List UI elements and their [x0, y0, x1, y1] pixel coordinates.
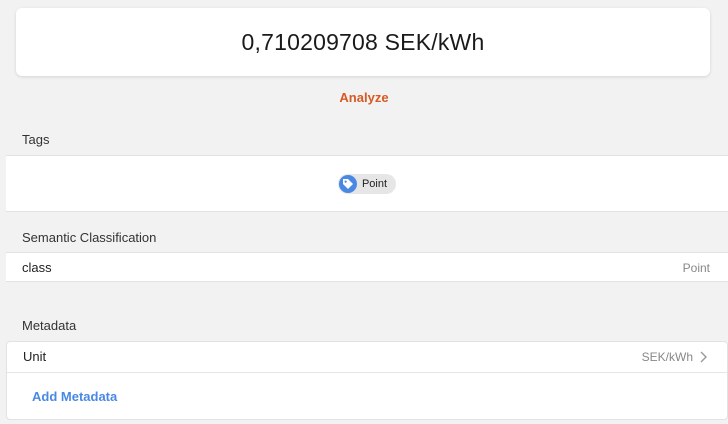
tag-chip-point[interactable]: Point	[337, 173, 397, 194]
metadata-card: Unit SEK/kWh Add Metadata	[6, 341, 728, 420]
metadata-row-key: Unit	[23, 349, 47, 364]
semantic-row-value: Point	[682, 261, 710, 275]
tags-panel: Point	[6, 155, 728, 212]
chevron-right-icon	[700, 351, 707, 363]
tag-icon	[338, 174, 357, 193]
tag-chip-label: Point	[361, 177, 388, 190]
semantic-section-title: Semantic Classification	[22, 230, 157, 245]
metadata-row-unit[interactable]: Unit SEK/kWh	[7, 342, 727, 373]
tags-section-title: Tags	[22, 132, 50, 147]
value-card: 0,710209708 SEK/kWh	[16, 8, 710, 76]
add-metadata-button[interactable]: Add Metadata	[32, 389, 117, 404]
metadata-row-value: SEK/kWh	[641, 350, 693, 364]
semantic-row-class: class Point	[6, 252, 728, 282]
current-value: 0,710209708 SEK/kWh	[241, 28, 485, 55]
analyze-button[interactable]: Analyze	[0, 90, 728, 105]
semantic-row-key: class	[22, 260, 52, 275]
metadata-section-title: Metadata	[22, 318, 77, 333]
